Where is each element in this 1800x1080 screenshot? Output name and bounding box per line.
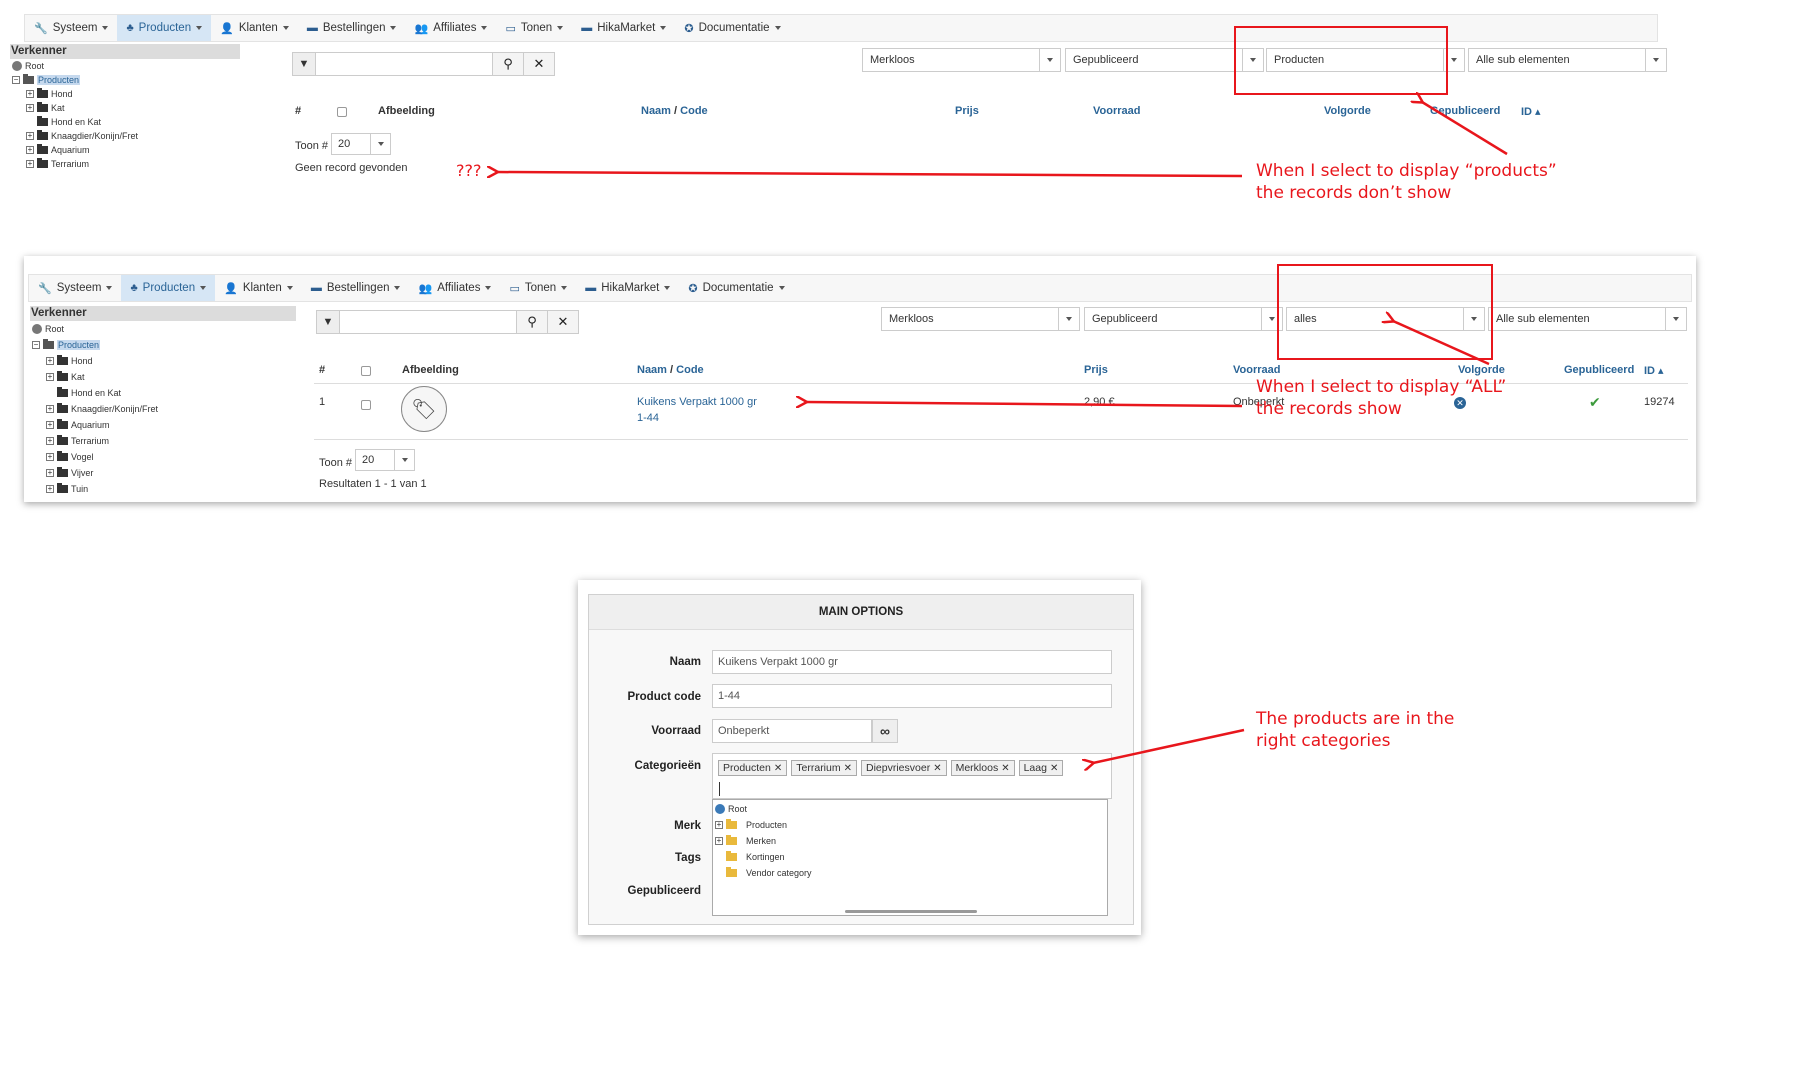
arrow-all-select — [1393, 321, 1490, 366]
annotation-products-line2: the records don’t show — [1256, 183, 1452, 203]
question-marks: ??? — [456, 161, 482, 180]
annotation-all-line2: the records show — [1256, 399, 1402, 419]
annotation-categories-line2: right categories — [1256, 731, 1391, 751]
annotation-products-line1: When I select to display “products” — [1256, 161, 1557, 181]
annotation-all-line1: When I select to display “ALL” — [1256, 377, 1507, 397]
arrow-categories — [1093, 728, 1245, 763]
arrow-products-select — [1422, 102, 1508, 156]
arrow-record-shown — [806, 402, 1243, 406]
arrow-no-records — [497, 172, 1243, 176]
annotation-categories-line1: The products are in the — [1256, 709, 1455, 729]
